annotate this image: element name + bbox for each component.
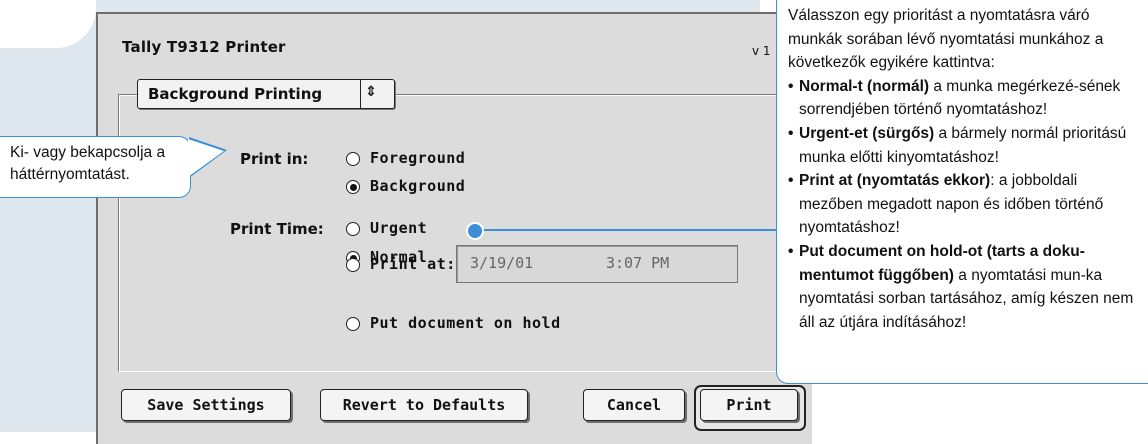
save-settings-button[interactable]: Save Settings — [121, 389, 291, 421]
bullet: • — [788, 124, 794, 142]
print-at-label[interactable]: Print at: — [370, 255, 456, 273]
hold-label[interactable]: Put document on hold — [370, 314, 561, 332]
bullet: • — [788, 242, 794, 260]
callout-item-hold: • Put document on hold-ot (tarts a doku-m… — [788, 240, 1140, 334]
callout-item-urgent: • Urgent-et (sürgős) a bármely normál pri… — [788, 122, 1140, 169]
right-callout-text: Válasszon egy prioritást a nyomtatásra v… — [788, 4, 1140, 334]
version-label: v 1 — [752, 44, 771, 58]
bullet: • — [788, 77, 794, 95]
left-callout-tail — [188, 139, 224, 177]
dialog-title: Tally T9312 Printer — [122, 38, 286, 56]
urgent-label[interactable]: Urgent — [370, 219, 427, 237]
bullet: • — [788, 172, 794, 190]
date-value[interactable]: 3/19/01 — [470, 254, 533, 272]
callout-intro: Válasszon egy prioritást a nyomtatásra v… — [788, 7, 1104, 72]
panel-popup-menu[interactable]: Background Printing ⇕ — [137, 79, 395, 109]
up-down-arrow-icon: ⇕ — [365, 84, 377, 100]
revert-defaults-button[interactable]: Revert to Defaults — [320, 389, 528, 421]
popup-label: Background Printing — [148, 85, 323, 103]
popup-divider — [360, 80, 361, 108]
callout-item-print-at-bold: Print at (nyomtatás ekkor) — [799, 172, 991, 190]
callout-item-urgent-bold: Urgent-et (sürgős) — [799, 124, 935, 142]
print-in-label: Print in: — [240, 150, 309, 168]
radio-print-at[interactable] — [346, 258, 360, 272]
callout-item-normal-bold: Normal-t (normál) — [799, 77, 930, 95]
foreground-label[interactable]: Foreground — [370, 149, 465, 167]
left-callout-text: Ki- vagy bekapcsolja a háttérnyomtatást. — [10, 144, 166, 183]
time-value[interactable]: 3:07 PM — [606, 254, 669, 272]
radio-hold[interactable] — [346, 317, 360, 331]
radio-urgent[interactable] — [346, 222, 360, 236]
print-button[interactable]: Print — [700, 389, 798, 421]
callout-connector-dot — [466, 222, 484, 240]
print-time-label: Print Time: — [230, 220, 324, 238]
background-label[interactable]: Background — [370, 177, 465, 195]
callout-item-print-at: • Print at (nyomtatás ekkor): a jobboldal… — [788, 169, 1140, 240]
callout-connector-line — [474, 229, 776, 231]
cancel-button[interactable]: Cancel — [583, 389, 685, 421]
callout-item-normal: • Normal-t (normál) a munka megérkezé-sén… — [788, 75, 1140, 122]
radio-foreground[interactable] — [346, 152, 360, 166]
radio-background[interactable] — [346, 180, 360, 194]
